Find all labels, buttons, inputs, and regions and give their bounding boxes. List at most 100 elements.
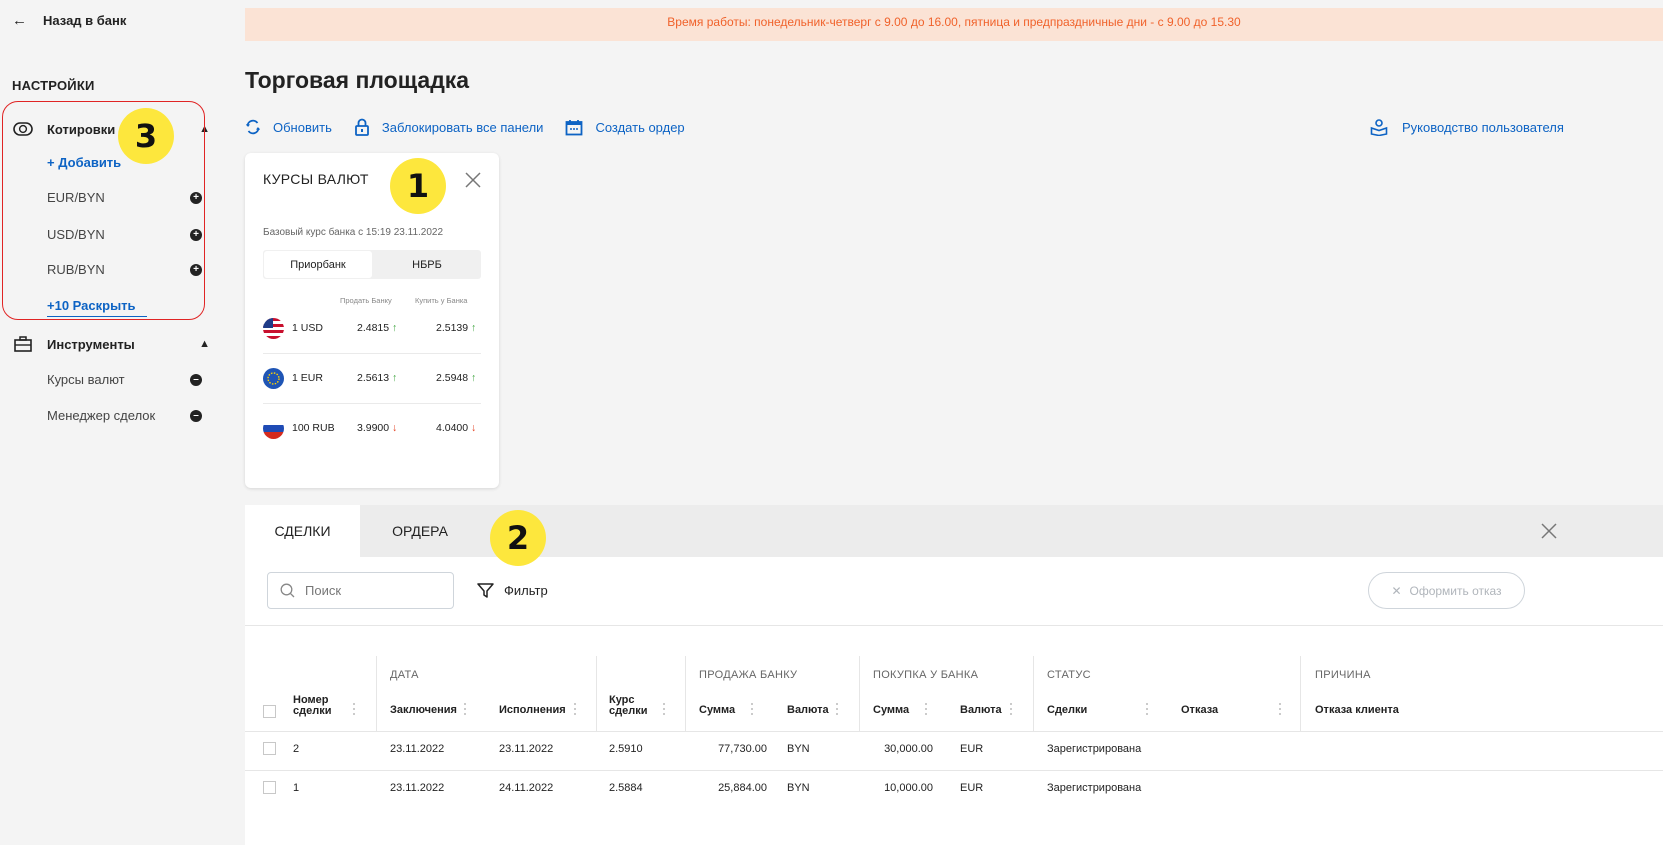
close-icon: ✕ [1391, 583, 1402, 598]
divider [245, 625, 1663, 626]
expand-quotes-link[interactable]: +10 Раскрыть [47, 298, 147, 317]
select-all-checkbox[interactable] [263, 705, 276, 718]
currency-rates-card: КУРСЫ ВАЛЮТ 1 Базовый курс банка с 15:19… [245, 153, 499, 488]
arrow-up-icon: ↑ [392, 372, 398, 384]
arrow-up-icon: ↑ [471, 322, 477, 334]
sidebar: ← Назад в банк НАСТРОЙКИ Котировки ▲ + Д… [0, 0, 222, 845]
column-header-purchase-amount[interactable]: Сумма [873, 705, 909, 716]
column-header-deal-status[interactable]: Сделки [1047, 705, 1087, 716]
sell-rate: 3.9900 ↓ [357, 422, 398, 434]
column-menu-icon[interactable] [1278, 703, 1282, 717]
deals-tabbar: СДЕЛКИ ОРДЕРА 2 [245, 505, 1663, 566]
row-checkbox[interactable] [263, 742, 276, 755]
currency-label: 1 USD [292, 322, 323, 334]
column-menu-icon[interactable] [1009, 703, 1013, 717]
search-box[interactable] [267, 572, 454, 609]
quote-item-eur-byn: EUR/BYN [47, 190, 105, 205]
rate-row: 1 USD 2.4815 ↑ 2.5139 ↑ [263, 304, 481, 354]
column-header-refusal-status[interactable]: Отказа [1181, 705, 1218, 716]
refresh-icon [246, 119, 260, 135]
group-header-reason: ПРИЧИНА [1315, 669, 1371, 681]
flag-eu-icon [263, 368, 284, 389]
filter-button[interactable]: Фильтр [477, 582, 548, 599]
column-divider [685, 656, 686, 731]
arrow-down-icon: ↓ [471, 422, 477, 434]
chevron-up-icon[interactable]: ▲ [199, 123, 210, 135]
search-input[interactable] [305, 583, 435, 598]
cell-deal-number: 2 [293, 743, 300, 755]
cell-sale-currency: BYN [787, 782, 810, 794]
deals-panel: СДЕЛКИ ОРДЕРА 2 Фильтр ✕ Оформить отказ … [245, 505, 1663, 845]
add-quote-link[interactable]: + Добавить [47, 155, 121, 170]
settings-section-title: НАСТРОЙКИ [12, 78, 95, 93]
lock-all-panels-button[interactable]: Заблокировать все панели [354, 118, 543, 136]
cell-deal-number: 1 [293, 782, 300, 794]
column-menu-icon[interactable] [463, 703, 467, 717]
add-circle-icon[interactable]: + [190, 192, 202, 204]
column-menu-icon[interactable] [924, 703, 928, 717]
column-menu-icon[interactable] [662, 703, 666, 717]
column-header-rate[interactable]: Курс сделки [609, 695, 651, 717]
cell-purchase-currency: EUR [960, 743, 984, 755]
chevron-up-icon[interactable]: ▲ [199, 338, 210, 350]
create-order-button[interactable]: Создать ордер [565, 119, 685, 136]
close-icon[interactable] [464, 171, 482, 189]
add-circle-icon[interactable]: + [190, 264, 202, 276]
sell-rate: 2.5613 ↑ [357, 372, 398, 384]
tools-group-header[interactable]: Инструменты [12, 336, 135, 352]
tab-nbrb[interactable]: НБРБ [373, 250, 481, 279]
page-title: Торговая площадка [245, 67, 470, 93]
column-header-sale-amount[interactable]: Сумма [699, 705, 735, 716]
arrow-up-icon: ↑ [392, 322, 398, 334]
close-icon[interactable] [1540, 522, 1558, 540]
column-divider [859, 656, 860, 731]
refresh-button[interactable]: Обновить [245, 119, 332, 135]
add-circle-icon[interactable]: + [190, 229, 202, 241]
cell-status: Зарегистрирована [1047, 743, 1142, 755]
row-checkbox[interactable] [263, 781, 276, 794]
currency-label: 1 EUR [292, 372, 323, 384]
column-header-executed[interactable]: Исполнения [499, 705, 566, 716]
row-divider [245, 731, 1663, 732]
column-header-purchase-currency[interactable]: Валюта [960, 705, 1002, 716]
cell-sale-currency: BYN [787, 743, 810, 755]
flag-russia-icon [263, 418, 284, 439]
tab-orders[interactable]: ОРДЕРА [360, 505, 480, 557]
column-header-concluded[interactable]: Заключения [390, 705, 457, 716]
remove-circle-icon[interactable]: – [190, 374, 202, 386]
tab-priorbank[interactable]: Приорбанк [264, 251, 372, 278]
refresh-label: Обновить [273, 119, 332, 135]
column-menu-icon[interactable] [750, 703, 754, 717]
column-menu-icon[interactable] [352, 703, 356, 717]
quotes-group-label: Котировки [47, 121, 116, 137]
cell-concluded: 23.11.2022 [390, 743, 445, 755]
column-header-client-refusal[interactable]: Отказа клиента [1315, 705, 1399, 716]
group-header-purchase: ПОКУПКА У БАНКА [873, 669, 979, 681]
cell-sale-amount: 77,730.00 [718, 743, 767, 755]
back-to-bank-label: Назад в банк [43, 13, 127, 28]
column-header-sale-currency[interactable]: Валюта [787, 705, 829, 716]
tab-deals[interactable]: СДЕЛКИ [245, 505, 360, 557]
search-icon [280, 583, 295, 598]
flag-usa-icon [263, 318, 284, 339]
column-header-deal-number[interactable]: Номер сделки [293, 695, 348, 717]
back-to-bank-link[interactable]: ← Назад в банк [12, 12, 126, 29]
register-refusal-label: Оформить отказ [1409, 583, 1502, 598]
base-rate-caption: Базовый курс банка с 15:19 23.11.2022 [263, 227, 444, 238]
annotation-badge-2: 2 [490, 510, 546, 566]
column-divider [1300, 656, 1301, 731]
remove-circle-icon[interactable]: – [190, 410, 202, 422]
quotes-group-header[interactable]: Котировки [12, 121, 115, 137]
column-menu-icon[interactable] [835, 703, 839, 717]
register-refusal-button[interactable]: ✕ Оформить отказ [1368, 572, 1525, 609]
lock-icon [354, 118, 369, 136]
arrow-down-icon: ↓ [392, 422, 398, 434]
rate-row: 100 RUB 3.9900 ↓ 4.0400 ↓ [263, 404, 481, 454]
column-menu-icon[interactable] [1145, 703, 1149, 717]
user-guide-link[interactable]: Руководство пользователя [1370, 118, 1564, 136]
cell-status: Зарегистрирована [1047, 782, 1142, 794]
row-divider [245, 770, 1663, 771]
column-menu-icon[interactable] [573, 703, 577, 717]
column-divider [376, 656, 377, 731]
quote-item-rub-byn: RUB/BYN [47, 262, 105, 277]
